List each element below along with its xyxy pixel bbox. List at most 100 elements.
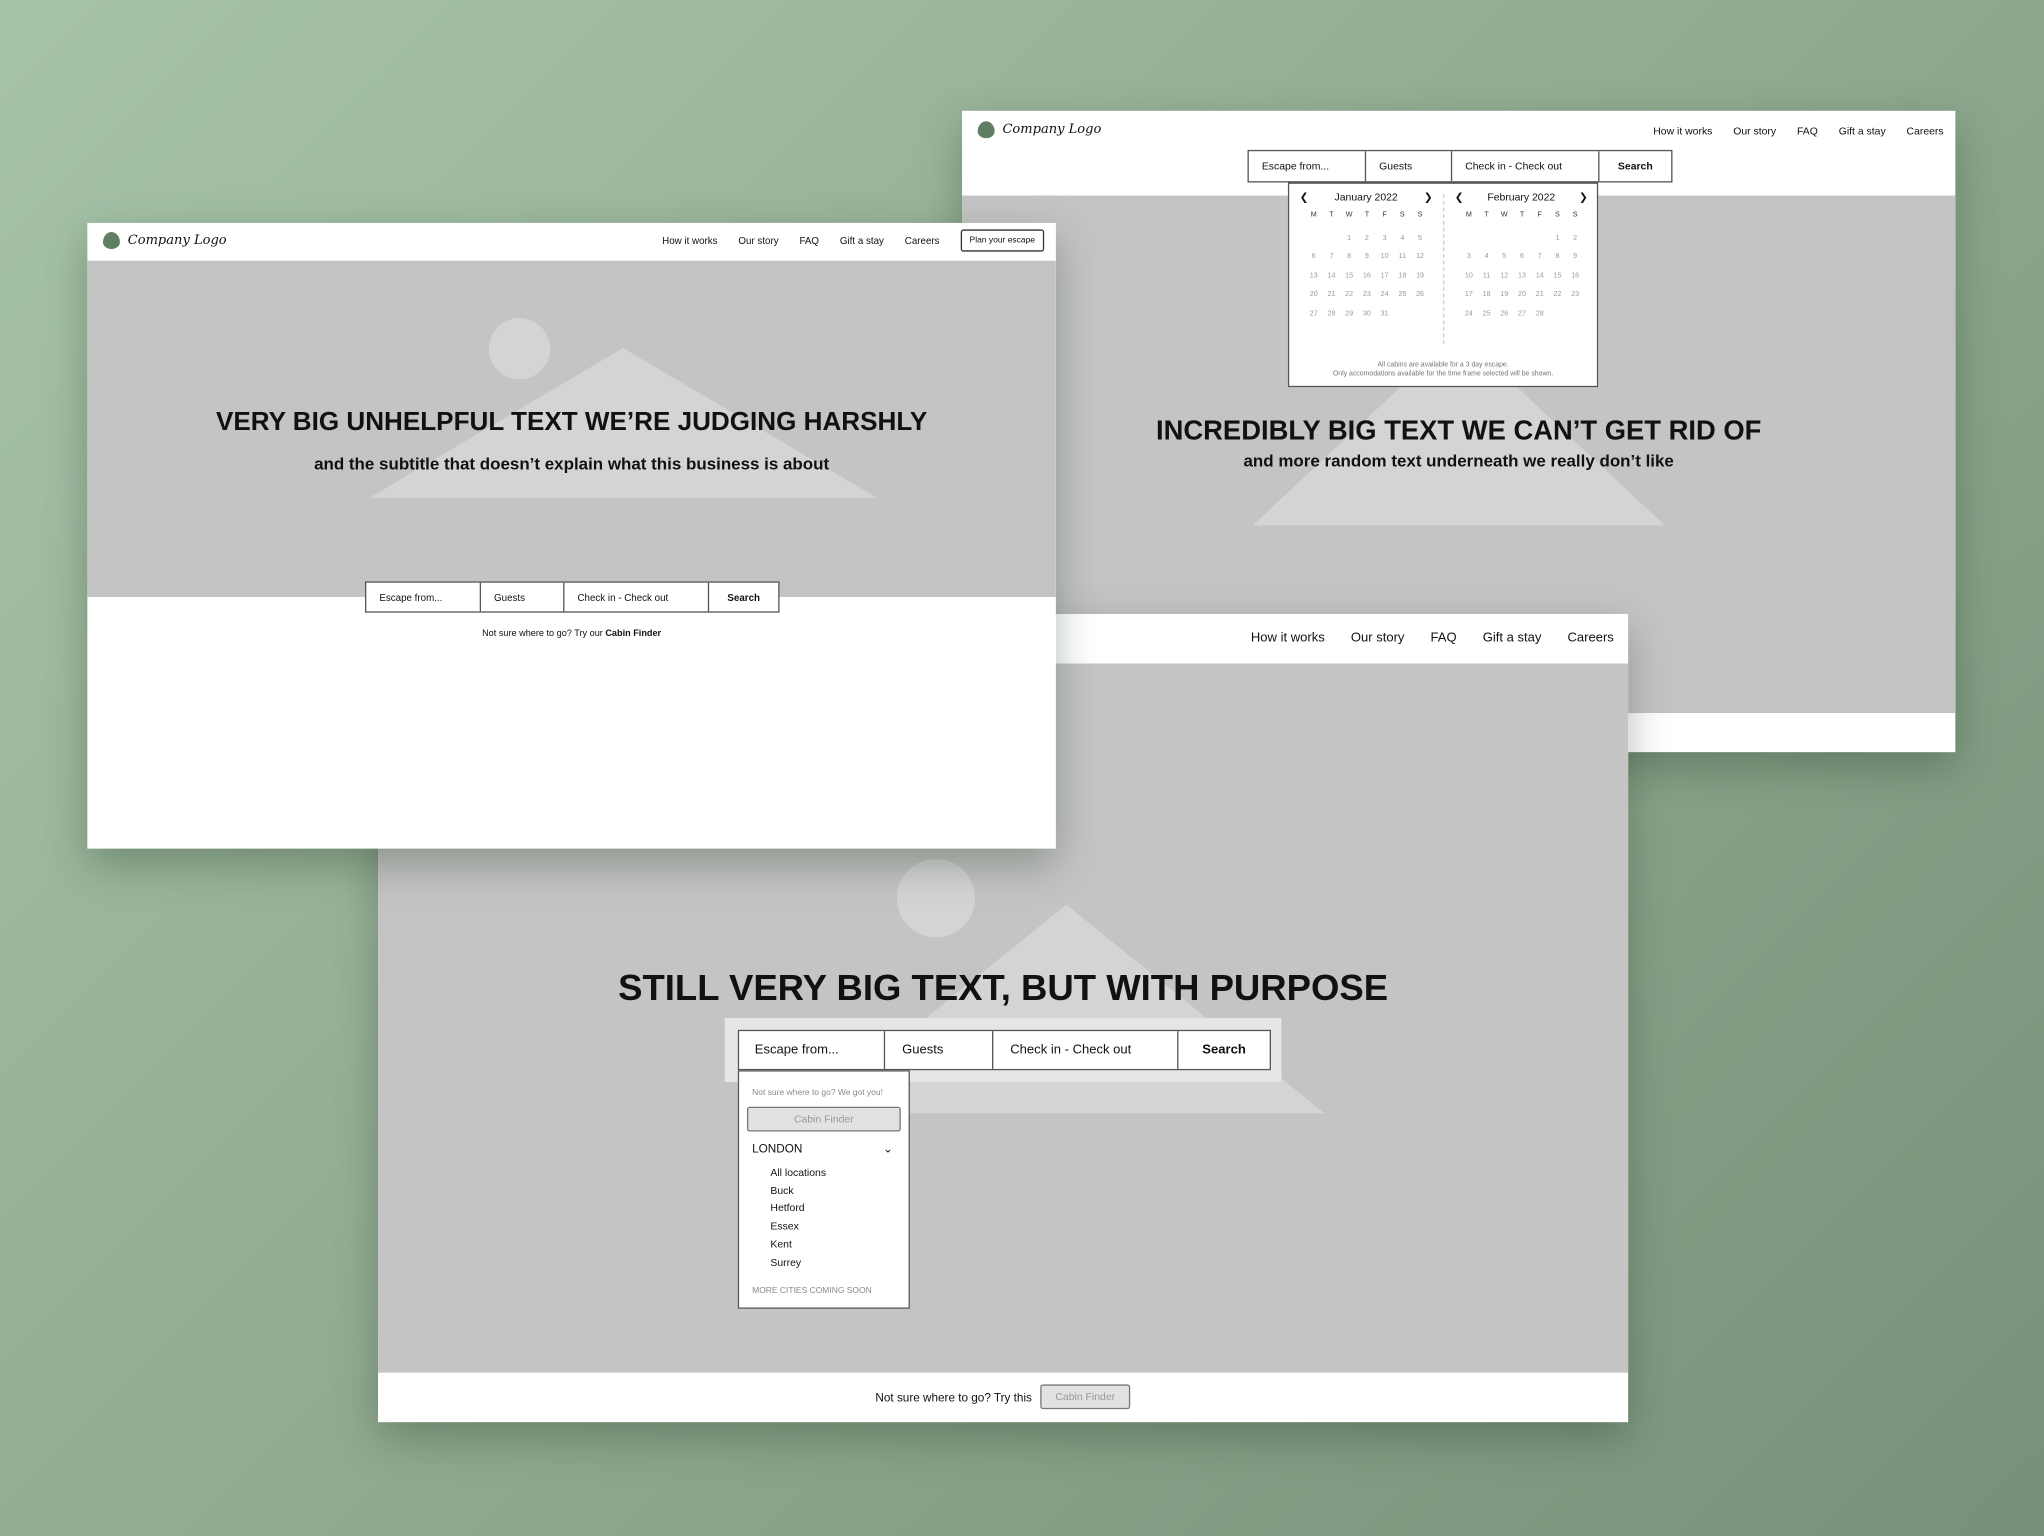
chevron-right-icon[interactable]: ❯ [1424, 192, 1433, 204]
calendar-day[interactable]: 9 [1566, 253, 1584, 261]
calendar-day[interactable]: 16 [1566, 272, 1584, 280]
nav-how-it-works[interactable]: How it works [1653, 125, 1712, 137]
nav-faq[interactable]: FAQ [1431, 631, 1457, 645]
nav-our-story[interactable]: Our story [738, 235, 778, 247]
calendar-day[interactable]: 22 [1340, 291, 1358, 299]
where-input[interactable]: Escape from... [366, 582, 482, 612]
calendar-day[interactable]: 19 [1411, 272, 1429, 280]
calendar-day[interactable]: 14 [1323, 272, 1341, 280]
calendar-day[interactable]: 15 [1549, 272, 1567, 280]
nav-gift-a-stay[interactable]: Gift a stay [1839, 125, 1886, 137]
company-logo[interactable]: Company Logo [977, 121, 1101, 139]
guests-input[interactable]: Guests [481, 582, 565, 612]
calendar-day[interactable]: 16 [1358, 272, 1376, 280]
guests-input[interactable]: Guests [885, 1031, 994, 1069]
calendar-day[interactable]: 23 [1358, 291, 1376, 299]
calendar-day[interactable]: 2 [1566, 234, 1584, 242]
nav-careers[interactable]: Careers [1907, 125, 1944, 137]
nav-gift-a-stay[interactable]: Gift a stay [840, 235, 884, 247]
calendar-day[interactable]: 29 [1340, 310, 1358, 318]
dates-input[interactable]: Check in - Check out [564, 582, 710, 612]
where-input[interactable]: Escape from... [1249, 151, 1367, 182]
dates-input[interactable]: Check in - Check out [1452, 151, 1600, 182]
calendar-day[interactable]: 5 [1411, 234, 1429, 242]
calendar-day[interactable]: 30 [1358, 310, 1376, 318]
where-input[interactable]: Escape from... [739, 1031, 886, 1069]
nav-our-story[interactable]: Our story [1351, 631, 1405, 645]
calendar-day[interactable]: 25 [1393, 291, 1411, 299]
calendar-day[interactable]: 28 [1323, 310, 1341, 318]
cabin-finder-link[interactable]: Cabin Finder [605, 630, 661, 639]
calendar-day[interactable]: 27 [1305, 310, 1323, 318]
calendar-day[interactable]: 13 [1513, 272, 1531, 280]
calendar-day[interactable]: 3 [1376, 234, 1394, 242]
chevron-right-icon[interactable]: ❯ [1579, 192, 1588, 204]
cabin-finder-button[interactable]: Cabin Finder [746, 1106, 901, 1132]
search-button[interactable]: Search [1599, 151, 1671, 181]
location-option[interactable]: Surrey [739, 1253, 908, 1271]
calendar-day[interactable]: 8 [1340, 253, 1358, 261]
calendar-day[interactable]: 2 [1358, 234, 1376, 242]
dates-input[interactable]: Check in - Check out [993, 1031, 1179, 1069]
calendar-day[interactable]: 4 [1478, 253, 1496, 261]
location-option[interactable]: Buck [739, 1182, 908, 1200]
calendar-day[interactable]: 12 [1411, 253, 1429, 261]
nav-how-it-works[interactable]: How it works [1251, 631, 1325, 645]
calendar-day[interactable]: 7 [1531, 253, 1549, 261]
search-button[interactable]: Search [1178, 1031, 1269, 1069]
location-option[interactable]: Kent [739, 1236, 908, 1254]
calendar-day[interactable]: 3 [1460, 253, 1478, 261]
calendar-day[interactable]: 1 [1340, 234, 1358, 242]
calendar-day[interactable]: 14 [1531, 272, 1549, 280]
calendar-day[interactable]: 21 [1531, 291, 1549, 299]
calendar-day[interactable]: 21 [1323, 291, 1341, 299]
nav-gift-a-stay[interactable]: Gift a stay [1483, 631, 1542, 645]
calendar-day[interactable]: 18 [1393, 272, 1411, 280]
nav-faq[interactable]: FAQ [799, 235, 819, 247]
calendar-day[interactable]: 10 [1460, 272, 1478, 280]
location-option[interactable]: All locations [739, 1164, 908, 1182]
chevron-left-icon[interactable]: ❮ [1300, 192, 1309, 204]
search-button[interactable]: Search [709, 583, 778, 612]
calendar-day[interactable]: 5 [1495, 253, 1513, 261]
calendar-day[interactable]: 15 [1340, 272, 1358, 280]
calendar-day[interactable]: 27 [1513, 310, 1531, 318]
nav-careers[interactable]: Careers [905, 235, 940, 247]
calendar-day[interactable]: 17 [1376, 272, 1394, 280]
calendar-day[interactable]: 9 [1358, 253, 1376, 261]
calendar-day[interactable]: 6 [1305, 253, 1323, 261]
nav-how-it-works[interactable]: How it works [662, 235, 717, 247]
calendar-day[interactable]: 7 [1323, 253, 1341, 261]
calendar-day[interactable]: 11 [1478, 272, 1496, 280]
plan-escape-button[interactable]: Plan your escape [960, 229, 1045, 252]
calendar-day[interactable]: 25 [1478, 310, 1496, 318]
cabin-finder-button[interactable]: Cabin Finder [1039, 1384, 1131, 1410]
calendar-day[interactable]: 20 [1305, 291, 1323, 299]
company-logo[interactable]: Company Logo [102, 232, 227, 249]
calendar-day[interactable]: 20 [1513, 291, 1531, 299]
calendar-day[interactable]: 1 [1549, 234, 1567, 242]
calendar-day[interactable]: 12 [1495, 272, 1513, 280]
chevron-left-icon[interactable]: ❮ [1455, 192, 1464, 204]
calendar-day[interactable]: 22 [1549, 291, 1567, 299]
nav-faq[interactable]: FAQ [1797, 125, 1818, 137]
calendar-day[interactable]: 26 [1411, 291, 1429, 299]
nav-careers[interactable]: Careers [1567, 631, 1613, 645]
calendar-day[interactable]: 24 [1376, 291, 1394, 299]
calendar-day[interactable]: 19 [1495, 291, 1513, 299]
calendar-day[interactable]: 23 [1566, 291, 1584, 299]
guests-input[interactable]: Guests [1366, 151, 1453, 182]
calendar-day[interactable]: 11 [1393, 253, 1411, 261]
calendar-day[interactable]: 31 [1376, 310, 1394, 318]
calendar-day[interactable]: 18 [1478, 291, 1496, 299]
city-selector[interactable]: LONDON ⌄ [739, 1131, 908, 1164]
calendar-day[interactable]: 13 [1305, 272, 1323, 280]
calendar-day[interactable]: 26 [1495, 310, 1513, 318]
location-option[interactable]: Hetford [739, 1200, 908, 1218]
calendar-day[interactable]: 6 [1513, 253, 1531, 261]
calendar-day[interactable]: 17 [1460, 291, 1478, 299]
nav-our-story[interactable]: Our story [1733, 125, 1776, 137]
location-option[interactable]: Essex [739, 1218, 908, 1236]
calendar-day[interactable]: 8 [1549, 253, 1567, 261]
calendar-day[interactable]: 10 [1376, 253, 1394, 261]
